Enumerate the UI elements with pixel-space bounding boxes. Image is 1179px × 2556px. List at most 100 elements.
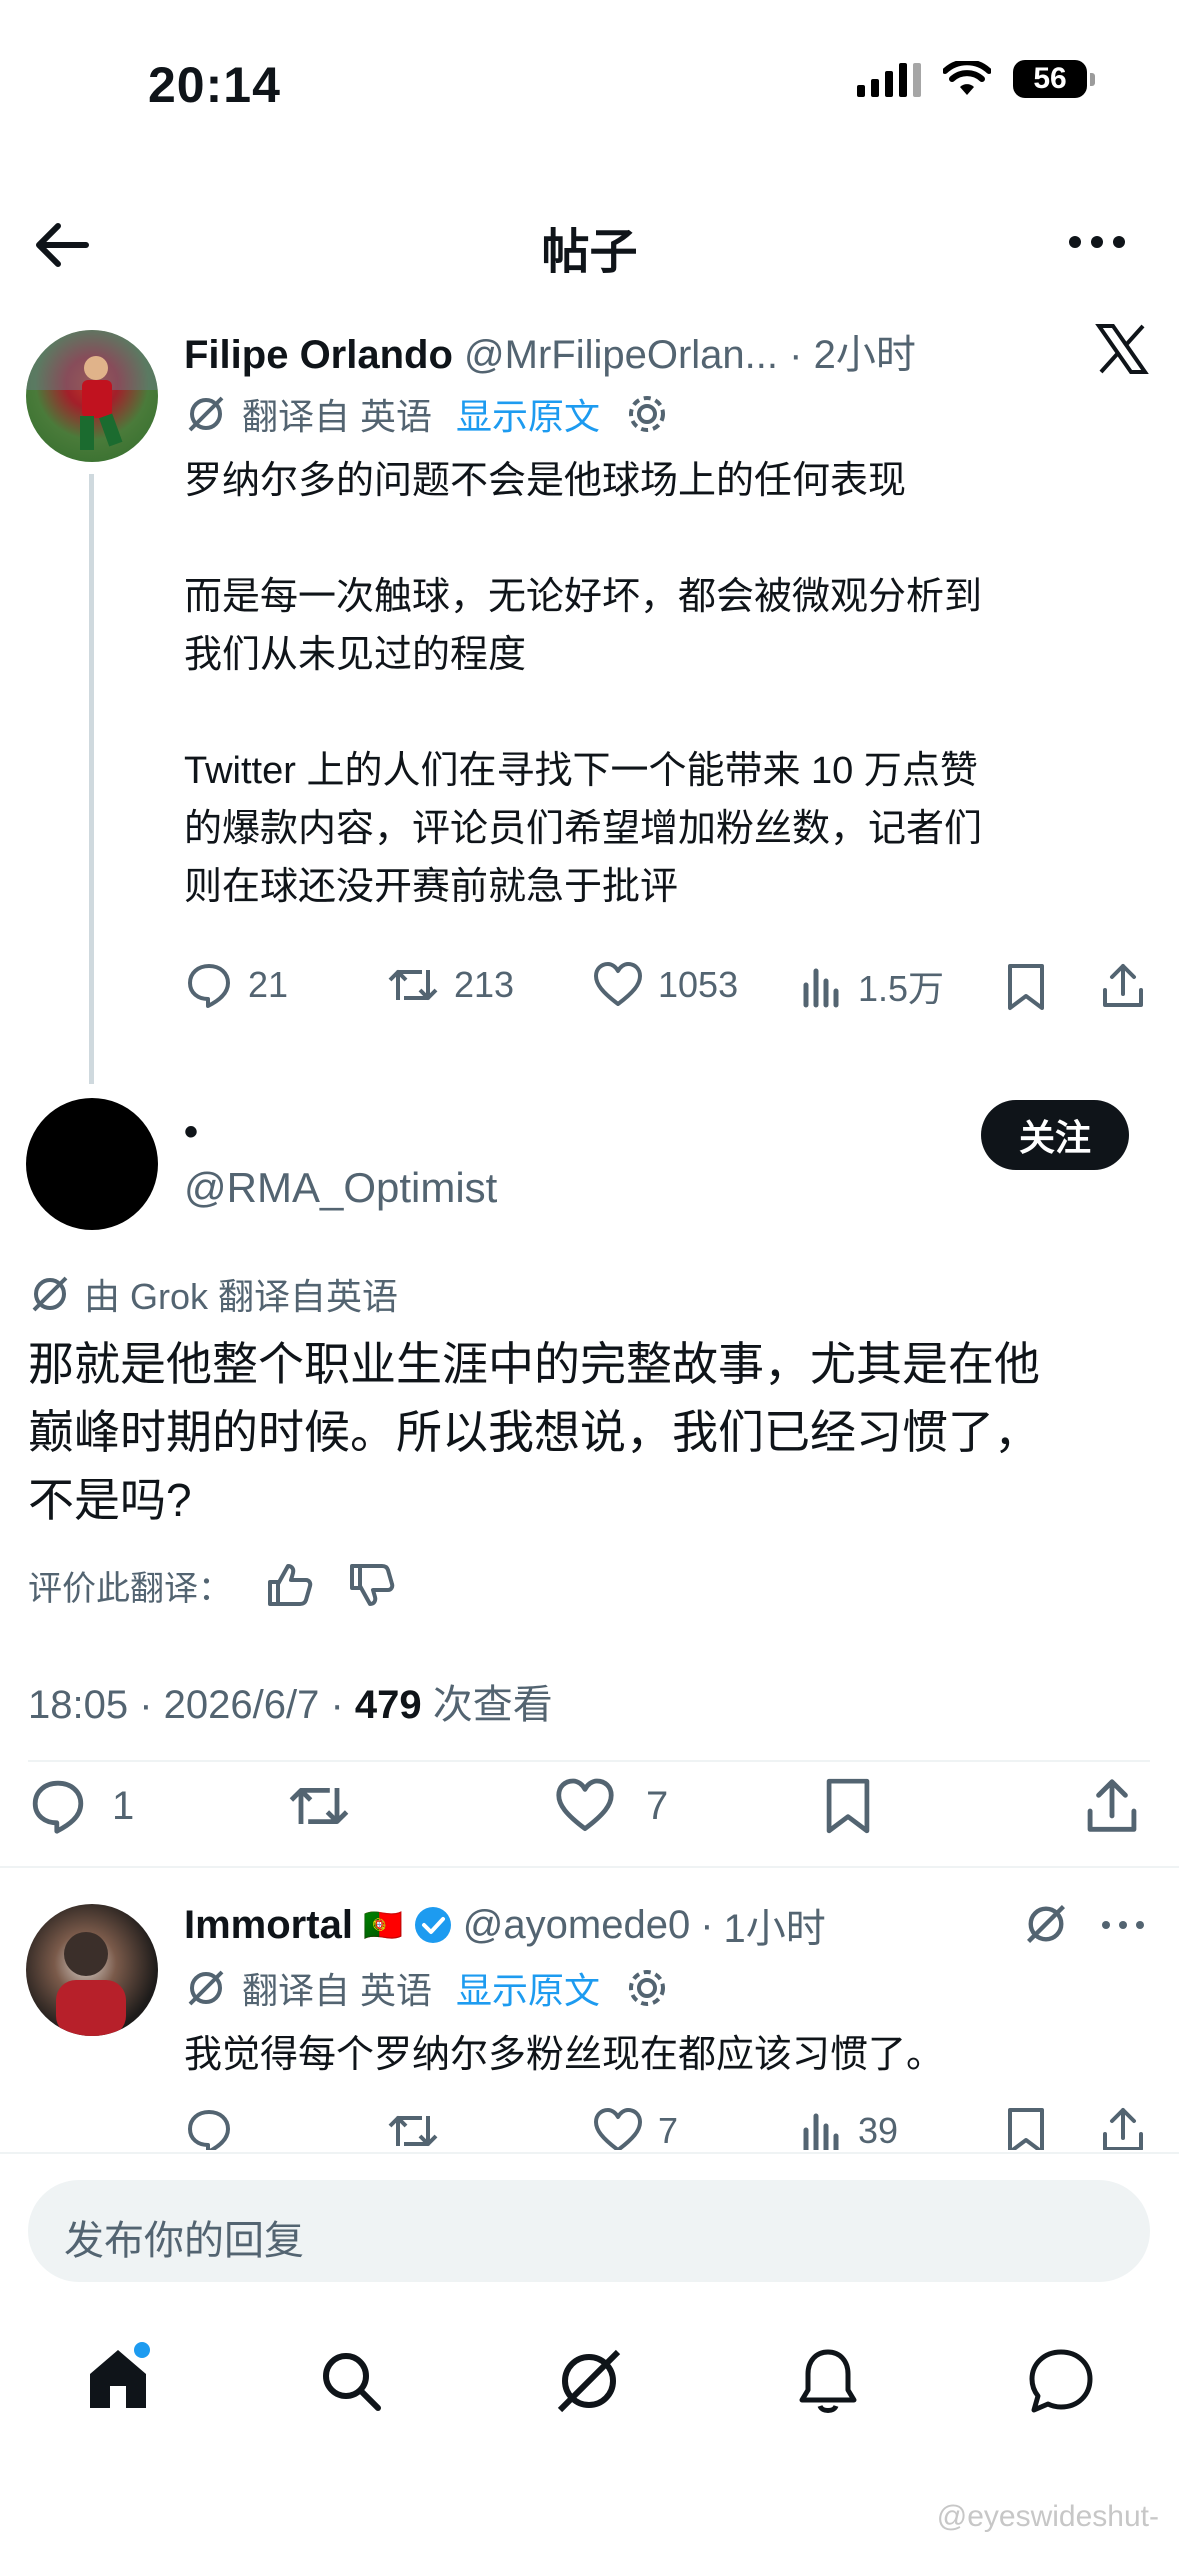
translated-from-label: 翻译自 英语: [242, 1970, 433, 2011]
share-icon[interactable]: [1100, 960, 1146, 1010]
grok-icon: [32, 1276, 68, 1312]
translated-from-label: 翻译自 英语: [242, 396, 433, 437]
post-line: 那就是他整个职业生涯中的完整故事，尤其是在他: [28, 1338, 1040, 1390]
bookmark-icon[interactable]: [1004, 2106, 1048, 2150]
grok-icon[interactable]: [552, 2344, 626, 2418]
share-icon[interactable]: [1084, 1774, 1140, 1836]
translation-note: 翻译自 英语 显示原文: [184, 388, 670, 440]
heart-icon: [556, 1778, 614, 1832]
post-line: 不是吗?: [28, 1474, 192, 1526]
author-handle[interactable]: @ayomede0: [463, 1903, 690, 1948]
avatar[interactable]: [26, 330, 158, 462]
like-count: 7: [658, 2110, 679, 2150]
view-count: 479: [354, 1683, 422, 1727]
thread-line: [89, 474, 94, 1084]
post-line: 巅峰时期的时候。所以我想说，我们已经习惯了，: [28, 1406, 1040, 1458]
more-options-icon[interactable]: [1067, 222, 1127, 262]
bookmark-icon[interactable]: [1004, 962, 1048, 1012]
signal-icon: [857, 61, 921, 97]
repost-icon[interactable]: [286, 1776, 352, 1836]
author-name[interactable]: Immortal: [184, 1903, 353, 1948]
status-time: 20:14: [148, 57, 281, 113]
grok-translation-note: 由 Grok 翻译自英语: [28, 1268, 398, 1320]
reply-actions-row: 7 39: [0, 2100, 1179, 2150]
watermark: @eyeswideshut-: [936, 2500, 1159, 2533]
views-button[interactable]: 1.5万: [800, 960, 944, 1012]
notifications-bell-icon[interactable]: [796, 2346, 860, 2416]
profile-photo-icon: [56, 1932, 126, 2036]
player-photo-icon: [26, 330, 158, 450]
repost-button[interactable]: 213: [386, 960, 514, 1010]
author-name[interactable]: Filipe Orlando: [184, 333, 453, 377]
repost-icon: [388, 970, 438, 1000]
post-line: Twitter 上的人们在寻找下一个能带来 10 万点赞: [184, 750, 978, 792]
view-count: 1.5万: [858, 968, 945, 1009]
battery-level: 56: [1033, 62, 1067, 95]
translation-note: 翻译自 英语 显示原文: [184, 1962, 670, 2014]
reply-count: 1: [112, 1783, 135, 1828]
post-line: 则在球还没开赛前就急于批评: [184, 866, 679, 908]
search-icon[interactable]: [318, 2348, 384, 2414]
post-time: 2小时: [813, 333, 916, 377]
repost-icon[interactable]: [386, 2106, 440, 2150]
reply-count: 21: [248, 964, 289, 1005]
view-count: 39: [858, 2110, 899, 2150]
reply-input-placeholder[interactable]: 发布你的回复: [64, 2208, 304, 2266]
divider: [0, 2152, 1179, 2154]
like-count: 1053: [658, 964, 739, 1005]
separator: ·: [789, 333, 803, 377]
reply-icon: [32, 1780, 84, 1834]
bottom-tab-bar: [0, 2320, 1179, 2440]
messages-icon[interactable]: [1026, 2346, 1096, 2416]
grok-icon[interactable]: [1022, 1900, 1070, 1948]
author-name[interactable]: •: [184, 1110, 198, 1155]
view-count-label: 次查看: [421, 1683, 553, 1727]
post-line: 罗纳尔多的问题不会是他球场上的任何表现: [184, 460, 907, 502]
avatar[interactable]: [26, 1904, 158, 2036]
post-timestamp: 18:05 · 2026/6/7 ·: [28, 1683, 355, 1727]
views-icon: [803, 2113, 839, 2150]
heart-icon: [594, 2108, 642, 2150]
show-original-link[interactable]: 显示原文: [456, 388, 600, 440]
like-button[interactable]: 1053: [592, 960, 738, 1010]
reply-icon: [188, 964, 230, 1008]
thumbs-up-icon[interactable]: [264, 1560, 314, 1610]
reply-text: 我觉得每个罗纳尔多粉丝现在都应该习惯了。: [184, 2034, 945, 2076]
main-post-text: 那就是他整个职业生涯中的完整故事，尤其是在他 巅峰时期的时候。所以我想说，我们已…: [28, 1330, 1040, 1534]
reply-icon[interactable]: [184, 2106, 234, 2150]
views-icon: [803, 968, 839, 1008]
thumbs-down-icon[interactable]: [346, 1560, 396, 1610]
show-original-link[interactable]: 显示原文: [456, 1962, 600, 2014]
reply-button[interactable]: 21: [184, 960, 288, 1010]
like-button[interactable]: 7: [592, 2106, 678, 2150]
wifi-icon: [943, 61, 991, 95]
settings-gear-icon[interactable]: [624, 391, 670, 437]
author-handle[interactable]: @MrFilipeOrlan...: [464, 333, 778, 377]
flag-icon: 🇵🇹: [362, 1907, 403, 1943]
divider: [28, 1760, 1150, 1762]
status-icons: 56: [857, 60, 1095, 98]
x-logo-icon: [1095, 324, 1149, 374]
post-meta: 18:05 · 2026/6/7 · 479 次查看: [28, 1672, 553, 1730]
grok-icon: [188, 396, 224, 432]
page-title: 帖子: [541, 226, 638, 279]
like-count: 7: [646, 1783, 669, 1828]
separator: ·: [700, 1902, 714, 1947]
reply-button[interactable]: 1: [28, 1776, 134, 1836]
settings-gear-icon[interactable]: [624, 1965, 670, 2011]
bookmark-icon[interactable]: [822, 1776, 874, 1836]
share-icon[interactable]: [1100, 2104, 1146, 2150]
post-text: 罗纳尔多的问题不会是他球场上的任何表现 而是每一次触球，无论好坏，都会被微观分析…: [184, 452, 982, 916]
views-button[interactable]: 39: [800, 2106, 898, 2150]
more-options-icon[interactable]: [1100, 1910, 1146, 1940]
avatar[interactable]: [26, 1098, 158, 1230]
follow-button[interactable]: 关注: [981, 1100, 1129, 1170]
author-handle[interactable]: @RMA_Optimist: [184, 1164, 497, 1212]
heart-icon: [594, 962, 642, 1006]
like-button[interactable]: 7: [554, 1776, 668, 1836]
reply-header: Immortal 🇵🇹 @ayomede0 · 1小时: [184, 1896, 826, 1954]
post-line: 我们从未见过的程度: [184, 634, 527, 676]
home-icon[interactable]: [84, 2342, 152, 2414]
battery-icon: 56: [1013, 60, 1095, 98]
post-header: Filipe Orlando @MrFilipeOrlan... · 2小时: [184, 322, 916, 380]
